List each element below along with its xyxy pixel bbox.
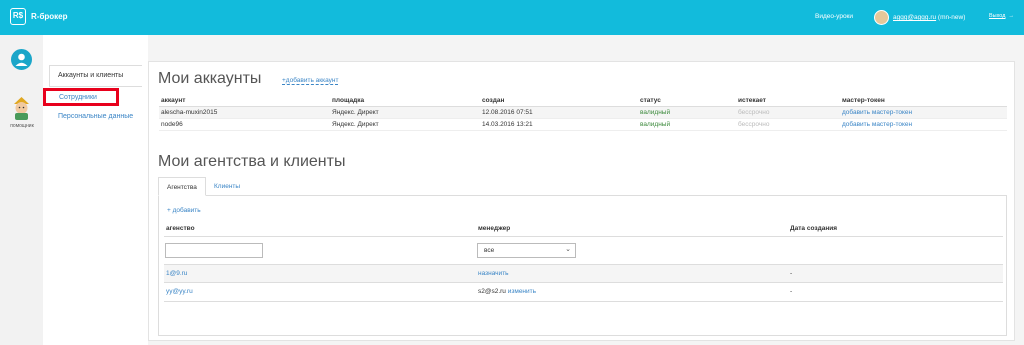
agency-date: - [790,288,793,295]
account-platform: Яндекс. Директ [330,118,480,131]
change-manager-link[interactable]: изменить [508,288,536,295]
col-created: создан [480,95,638,107]
manager-filter-select[interactable]: все ⌄ [477,243,576,258]
divider [164,236,1003,237]
col-platform: площадка [330,95,480,107]
logout-link[interactable]: Выход → [989,13,1014,19]
agency-date: - [790,270,793,277]
tab-agencies[interactable]: Агентства [158,177,206,196]
user-suffix: (mn-new) [937,14,966,21]
assign-manager-link[interactable]: назначить [478,270,509,277]
user-menu[interactable]: aggg@aggg.ru (mn-new) [893,14,965,21]
agency-link[interactable]: yy@yy.ru [166,288,193,295]
account-expires: бессрочно [736,118,840,131]
agency-filter-input[interactable] [165,243,263,258]
helper-avatar-icon[interactable] [11,96,32,120]
agencies-tabs: Агентства Клиенты [158,177,1007,196]
tab-clients[interactable]: Клиенты [206,177,248,196]
chevron-down-icon: ⌄ [565,246,571,253]
manager-cell: s2@s2.ru изменить [478,288,536,295]
agencies-panel: + добавить агенство менеджер Дата создан… [158,196,1007,336]
col-token: мастер-токен [840,95,1007,107]
account-status: валидный [638,118,736,131]
sidenav-item-personal[interactable]: Персональные данные [58,113,133,120]
helper-label[interactable]: помощник [4,123,40,129]
add-master-token-link[interactable]: добавить мастер-токен [840,106,1007,119]
brand-name[interactable]: R-брокер [31,12,68,21]
col-expires: истекает [736,95,840,107]
table-row: node96 Яндекс. Директ 14.03.2016 13:21 в… [159,118,1007,131]
user-circle-icon[interactable] [11,49,32,70]
manager-filter-value: все [484,247,495,254]
account-name: node96 [159,118,330,131]
manager-email: s2@s2.ru [478,288,506,295]
table-row: alescha-muxin2015 Яндекс. Директ 12.08.2… [159,106,1007,119]
logout-icon[interactable]: → [1008,13,1014,19]
agencies-title: Мои агентства и клиенты [158,153,346,170]
top-bar: R$ R-брокер Видео-уроки aggg@aggg.ru (mn… [0,0,1024,35]
logout-label[interactable]: Выход [989,13,1005,19]
video-lessons-link[interactable]: Видео-уроки [815,13,853,20]
account-name: alescha-muxin2015 [159,106,330,119]
left-rail: помощник [0,35,43,345]
sidenav-item-staff[interactable]: Сотрудники [43,88,119,106]
col-created-date: Дата создания [790,225,838,232]
col-status: статус [638,95,736,107]
account-expires: бессрочно [736,106,840,119]
col-agency: агенство [166,225,195,232]
account-status: валидный [638,106,736,119]
account-created: 12.08.2016 07:51 [480,106,638,119]
add-master-token-link[interactable]: добавить мастер-токен [840,118,1007,131]
add-agency-link[interactable]: + добавить [167,207,201,214]
accounts-title: Мои аккаунты [158,70,262,87]
user-login[interactable]: aggg@aggg.ru [893,14,936,21]
account-platform: Яндекс. Директ [330,106,480,119]
agency-link[interactable]: 1@9.ru [166,270,187,277]
user-avatar[interactable] [874,10,889,25]
sidenav-item-accounts[interactable]: Аккаунты и клиенты [49,65,142,87]
main-panel: Мои аккаунты +добавить аккаунт аккаунт п… [148,61,1015,341]
side-nav: Аккаунты и клиенты Сотрудники Персональн… [43,35,148,345]
divider [164,301,1003,302]
account-created: 14.03.2016 13:21 [480,118,638,131]
accounts-header-row: аккаунт площадка создан статус истекает … [159,95,1007,107]
add-account-link[interactable]: +добавить аккаунт [282,77,339,85]
col-manager: менеджер [478,225,511,232]
col-account: аккаунт [159,95,330,107]
accounts-table: аккаунт площадка создан статус истекает … [159,95,1007,131]
logo-icon[interactable]: R$ [10,8,26,25]
table-row: 1@9.ru назначить - [164,264,1003,283]
